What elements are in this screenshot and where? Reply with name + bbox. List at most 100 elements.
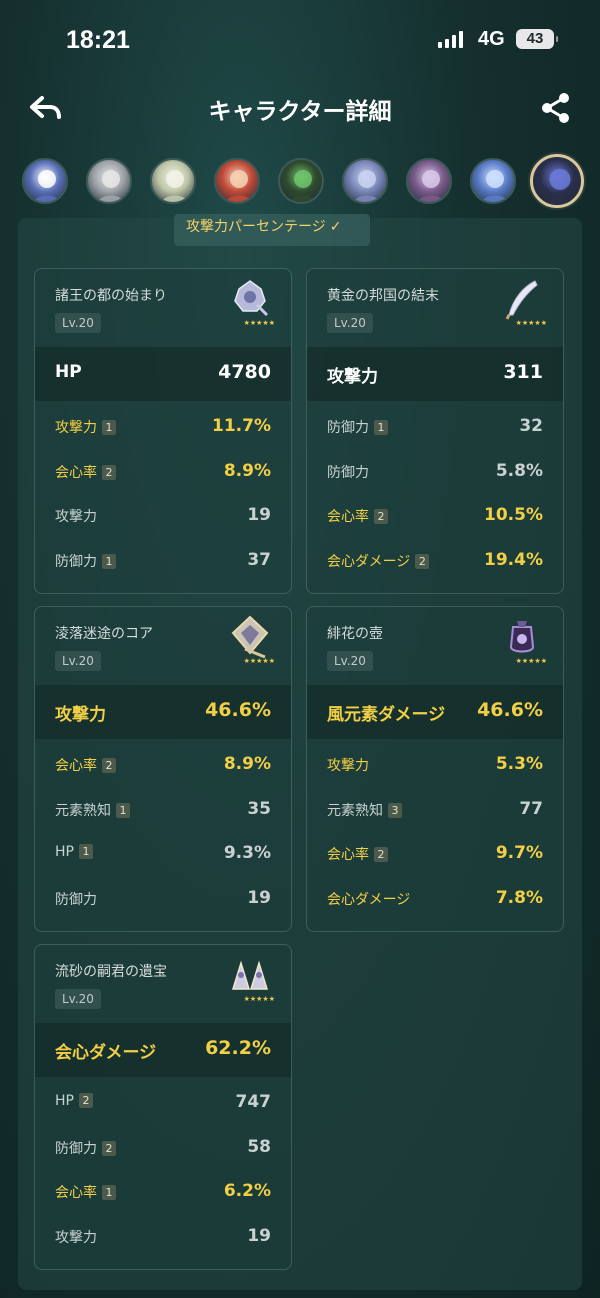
sub-stat-label: 会心ダメージ 2 [327, 551, 430, 571]
sub-stat-value: 8.9% [223, 460, 271, 481]
artifact-level: Lv.20 [55, 313, 101, 333]
main-stat-row: 攻撃力 311 [307, 347, 563, 401]
sub-stat-label: 攻撃力 1 [55, 417, 116, 437]
roll-count-badge: 1 [78, 844, 93, 859]
sub-stat-label: 会心率 2 [327, 844, 388, 864]
artifact-card[interactable]: 淩落迷途のコア Lv.20 ★★★★★ 攻撃力 46.6% 会心率 2 8.9% 元素熟知 1 35… [34, 606, 292, 932]
avatar[interactable] [22, 158, 68, 204]
sub-stat-value: 6.2% [223, 1181, 271, 1201]
avatar[interactable] [278, 158, 324, 204]
roll-count-badge: 1 [102, 1185, 116, 1200]
avatar-portrait-icon [353, 170, 381, 202]
sands-artifact-icon [231, 615, 269, 659]
plume-artifact-icon [505, 280, 538, 320]
roll-count-badge: 2 [415, 553, 430, 569]
app-header: キャラクター詳細 [0, 86, 600, 130]
circlet-artifact-icon [231, 960, 269, 990]
sub-stat-value: 11.7% [212, 416, 271, 436]
share-button[interactable] [538, 90, 574, 126]
sub-stat-row: HP 2 747 [35, 1081, 291, 1125]
artifact-level: Lv.20 [55, 989, 101, 1009]
sub-stat-value: 37 [247, 549, 271, 570]
roll-count-badge: 2 [102, 464, 116, 480]
sub-stat-value: 19 [247, 1225, 271, 1246]
avatar[interactable] [150, 158, 196, 204]
sub-stat-value: 7.8% [495, 887, 543, 908]
avatar[interactable] [214, 158, 260, 204]
network-type: 4G [478, 28, 505, 50]
sub-stat-name: HP [55, 1093, 74, 1109]
character-avatar-list [0, 154, 600, 210]
main-stat-value: 311 [503, 361, 543, 383]
sub-stat-label: 元素熟知 1 [55, 800, 130, 820]
sub-stat-row: 防御力 19 [35, 877, 291, 921]
check-icon: ✓ [329, 219, 342, 235]
sub-stat-value: 5.8% [495, 460, 543, 481]
avatar-portrait-icon [289, 170, 317, 202]
sub-stat-label: HP 2 [55, 1093, 93, 1109]
sub-stat-value: 19 [247, 887, 271, 908]
avatar-portrait-icon [33, 170, 61, 202]
sub-stat-name: 元素熟知 [327, 802, 383, 819]
filter-tab[interactable]: 攻撃力パーセンテージ ✓ [174, 214, 370, 246]
sub-stat-row: 会心ダメージ 7.8% [307, 877, 563, 921]
sub-stat-row: 防御力 5.8% [307, 450, 563, 494]
main-stat-value: 4780 [218, 361, 271, 383]
artifact-card[interactable]: 緋花の壺 Lv.20 ★★★★★ 風元素ダメージ 46.6% 攻撃力 5.3% 元素熟知 3 77… [306, 606, 564, 932]
main-stat-label: 攻撃力 [55, 705, 106, 725]
sub-stat-value: 747 [235, 1092, 272, 1112]
avatar-portrait-icon [481, 170, 509, 202]
artifact-card[interactable]: 黄金の邦国の結末 Lv.20 ★★★★★ 攻撃力 311 防御力 1 32 防御力 5.8% 会心率… [306, 268, 564, 594]
avatar-portrait-icon [161, 170, 189, 202]
artifact-name: 黄金の邦国の結末 [327, 288, 439, 304]
rarity-stars: ★★★★★ [243, 995, 275, 1003]
avatar[interactable] [530, 154, 584, 208]
sub-stat-row: 会心率 2 10.5% [307, 494, 563, 538]
roll-count-badge: 2 [374, 847, 388, 862]
sub-stat-name: 会心ダメージ [327, 553, 411, 570]
sub-stat-row: 攻撃力 5.3% [307, 743, 563, 787]
sub-stat-label: HP 1 [55, 844, 93, 860]
sub-stat-value: 19 [247, 505, 271, 525]
sub-stat-name: 防御力 [327, 464, 369, 481]
avatar-portrait-icon [417, 170, 445, 202]
roll-count-badge: 1 [116, 802, 130, 818]
page-title: キャラクター詳細 [208, 99, 392, 125]
sub-stat-value: 8.9% [223, 754, 271, 774]
main-stat-row: 攻撃力 46.6% [35, 685, 291, 739]
artifact-card[interactable]: 諸王の都の始まり Lv.20 ★★★★★ HP 4780 攻撃力 1 11.7% 会心率 2 8.9… [34, 268, 292, 594]
flower-artifact-icon [234, 280, 269, 317]
artifact-card[interactable]: 流砂の嗣君の遺宝 Lv.20 ★★★★★ 会心ダメージ 62.2% HP 2 747 防御力 2 5… [34, 944, 292, 1270]
sub-stat-value: 5.3% [495, 754, 543, 774]
sub-stat-name: 攻撃力 [55, 1229, 97, 1246]
main-stat-row: HP 4780 [35, 347, 291, 401]
main-stat-label: 会心ダメージ [55, 1043, 157, 1063]
main-stat-value: 62.2% [205, 1037, 271, 1059]
sub-stat-name: 会心率 [55, 1185, 97, 1201]
sub-stat-row: 防御力 1 32 [307, 405, 563, 449]
sub-stat-label: 防御力 2 [55, 1138, 116, 1158]
sub-stat-name: 会心ダメージ [327, 891, 411, 908]
artifact-level: Lv.20 [55, 651, 101, 671]
avatar[interactable] [86, 158, 132, 204]
artifact-name: 緋花の壺 [327, 626, 383, 642]
sub-stat-label: 防御力 1 [55, 551, 116, 571]
avatar-portrait-icon [545, 168, 575, 205]
sub-stat-row: 防御力 2 58 [35, 1126, 291, 1170]
sub-stat-name: 防御力 [327, 420, 369, 436]
sub-stat-name: 会心率 [327, 847, 369, 863]
sub-stat-value: 58 [247, 1136, 271, 1157]
avatar[interactable] [406, 158, 452, 204]
avatar[interactable] [470, 158, 516, 204]
sub-stat-name: 攻撃力 [55, 420, 97, 436]
sub-stat-label: 会心率 1 [55, 1182, 116, 1202]
sub-stat-row: 会心率 2 8.9% [35, 743, 291, 787]
sub-stat-name: 会心率 [55, 464, 97, 481]
sub-stat-name: 攻撃力 [55, 509, 97, 525]
sub-stat-value: 35 [247, 798, 271, 819]
sub-stat-value: 19.4% [484, 549, 543, 570]
sub-stat-label: 防御力 [55, 889, 97, 909]
avatar[interactable] [342, 158, 388, 204]
sub-stat-value: 9.3% [223, 843, 271, 863]
artifact-level: Lv.20 [327, 651, 373, 671]
